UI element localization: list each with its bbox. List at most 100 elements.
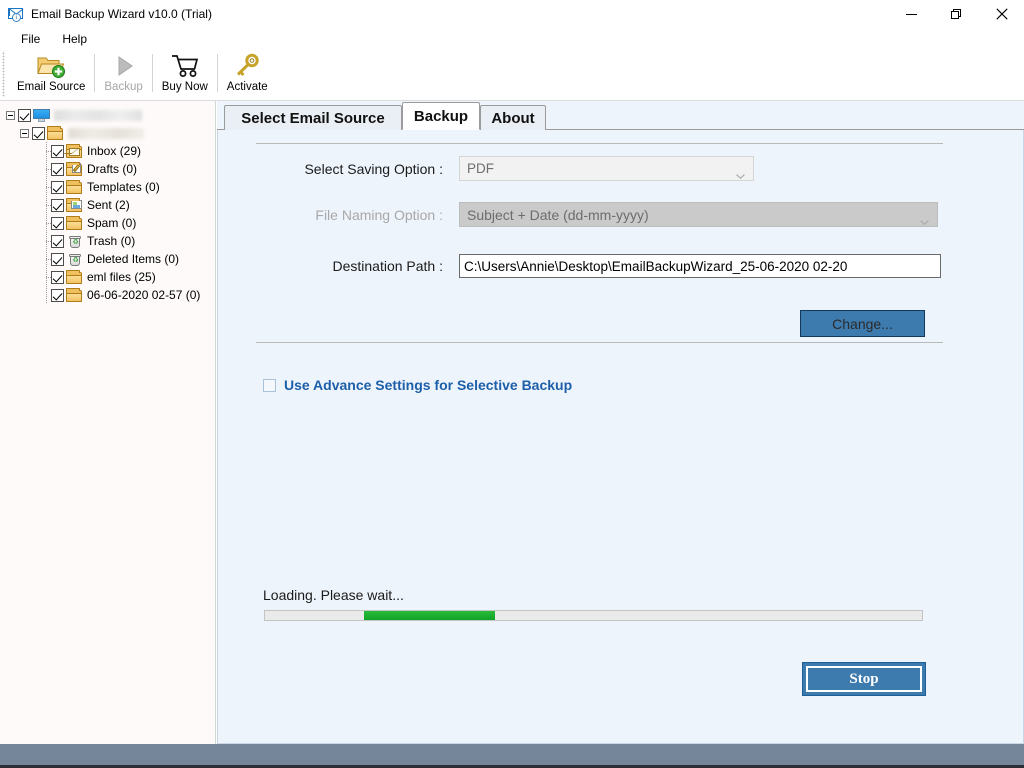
tree-item-sent[interactable]: Sent (2) [0,196,215,214]
tree-item-dated-folder[interactable]: 06-06-2020 02-57 (0) [0,286,215,304]
tree-item-drafts[interactable]: Drafts (0) [0,160,215,178]
tree-item-label: 06-06-2020 02-57 (0) [87,288,201,302]
folder-tree-panel: Inbox (29) Drafts (0) Templates (0) Sent… [0,101,216,744]
tree-connector [44,268,51,286]
tab-label: Select Email Source [241,109,385,127]
tab-about[interactable]: About [480,105,546,130]
tree-item-trash[interactable]: ♻ Trash (0) [0,232,215,250]
taskbar-band [0,744,1024,768]
minimize-button[interactable] [889,0,934,28]
progress-bar-fill [363,611,495,620]
menu-file[interactable]: File [11,30,50,48]
advance-settings-label: Use Advance Settings for Selective Backu… [284,377,573,393]
tree-item-label: Spam (0) [87,216,137,230]
monitor-icon [33,108,51,123]
folder-tree: Inbox (29) Drafts (0) Templates (0) Sent… [0,101,215,304]
window-controls [889,0,1024,28]
tree-item-checkbox[interactable] [51,288,64,302]
tree-account-checkbox[interactable] [32,126,45,140]
application-window: i Email Backup Wizard v10.0 (Trial) File… [0,0,1024,768]
tab-backup[interactable]: Backup [402,102,480,130]
tree-connector [44,142,51,160]
tree-item-inbox[interactable]: Inbox (29) [0,142,215,160]
tree-connector [44,214,51,232]
tree-item-deleted-items[interactable]: ♻ Deleted Items (0) [0,250,215,268]
tree-item-checkbox[interactable] [51,252,64,266]
tree-item-checkbox[interactable] [51,198,64,212]
tree-item-label: eml files (25) [87,270,156,284]
tree-item-checkbox[interactable] [51,270,64,284]
folder-drafts-icon [66,162,84,177]
play-triangle-icon [111,52,137,80]
trash-icon: ♻ [66,234,84,249]
change-button[interactable]: Change... [800,310,925,337]
content-area: Select Email Source Backup About Select … [217,101,1024,744]
tree-item-checkbox[interactable] [51,216,64,230]
chevron-down-icon [920,212,929,225]
toolbar-activate-label: Activate [226,81,268,93]
tree-root-node[interactable] [0,106,215,124]
destination-path-row: Destination Path : C:\Users\Annie\Deskto… [263,254,943,278]
tab-strip: Select Email Source Backup About [217,101,1024,130]
toolbar-backup-label: Backup [104,81,143,93]
folder-icon [66,270,84,285]
close-button[interactable] [979,0,1024,28]
title-bar: i Email Backup Wizard v10.0 (Trial) [0,0,1024,28]
tree-item-checkbox[interactable] [51,162,64,176]
tree-root-checkbox[interactable] [18,108,31,122]
tree-connector [44,232,51,250]
tree-connector [44,286,51,304]
trash-icon: ♻ [66,252,84,267]
toolbar-activate-button[interactable]: Activate [218,49,277,97]
file-naming-dropdown[interactable]: Subject + Date (dd-mm-yyyy) [459,202,938,227]
tab-label: Backup [413,107,469,125]
folder-icon [66,288,84,303]
advance-settings-row[interactable]: Use Advance Settings for Selective Backu… [263,377,572,393]
destination-path-label: Destination Path : [332,258,443,274]
divider-middle [256,342,943,343]
status-text: Loading. Please wait... [263,587,404,603]
menu-help[interactable]: Help [52,30,97,48]
saving-option-dropdown[interactable]: PDF [459,156,754,181]
stop-button[interactable]: Stop [802,662,926,696]
saving-option-value: PDF [467,161,494,176]
tree-item-label: Drafts (0) [87,162,138,176]
tree-item-label: Deleted Items (0) [87,252,180,266]
tree-item-templates[interactable]: Templates (0) [0,178,215,196]
tree-item-eml-files[interactable]: eml files (25) [0,268,215,286]
menu-bar: File Help [0,28,1024,49]
toolbar-grip[interactable] [0,51,8,97]
collapse-icon[interactable] [6,110,15,120]
progress-bar [264,610,923,621]
maximize-button[interactable] [934,0,979,28]
folder-icon [47,126,65,141]
collapse-icon[interactable] [20,128,29,138]
tree-connector [44,178,51,196]
tree-item-checkbox[interactable] [51,180,64,194]
tab-select-email-source[interactable]: Select Email Source [224,105,402,130]
tab-label: About [491,109,535,127]
tree-item-spam[interactable]: Spam (0) [0,214,215,232]
folder-sent-icon [66,198,84,213]
tree-item-label: Trash (0) [87,234,136,248]
advance-settings-checkbox[interactable] [263,378,276,392]
toolbar-buy-now-button[interactable]: Buy Now [153,49,217,97]
tree-connector [44,160,51,178]
destination-path-input[interactable]: C:\Users\Annie\Desktop\EmailBackupWizard… [459,254,941,278]
file-naming-value: Subject + Date (dd-mm-yyyy) [467,206,649,223]
folder-add-icon [36,52,66,80]
tree-account-node[interactable] [0,124,215,142]
tree-item-checkbox[interactable] [51,234,64,248]
file-naming-label: File Naming Option : [315,206,443,223]
toolbar: Email Source Backup Buy Now Activate [0,49,1024,101]
tree-item-checkbox[interactable] [51,144,64,158]
saving-option-label: Select Saving Option : [304,160,443,177]
toolbar-email-source-button[interactable]: Email Source [8,49,94,97]
stop-button-label: Stop [806,666,922,692]
toolbar-email-source-label: Email Source [17,81,86,93]
toolbar-backup-button[interactable]: Backup [95,49,151,97]
destination-path-value: C:\Users\Annie\Desktop\EmailBackupWizard… [464,258,848,274]
window-title: Email Backup Wizard v10.0 (Trial) [31,7,212,21]
key-icon [233,52,261,80]
chevron-down-icon [736,166,745,179]
